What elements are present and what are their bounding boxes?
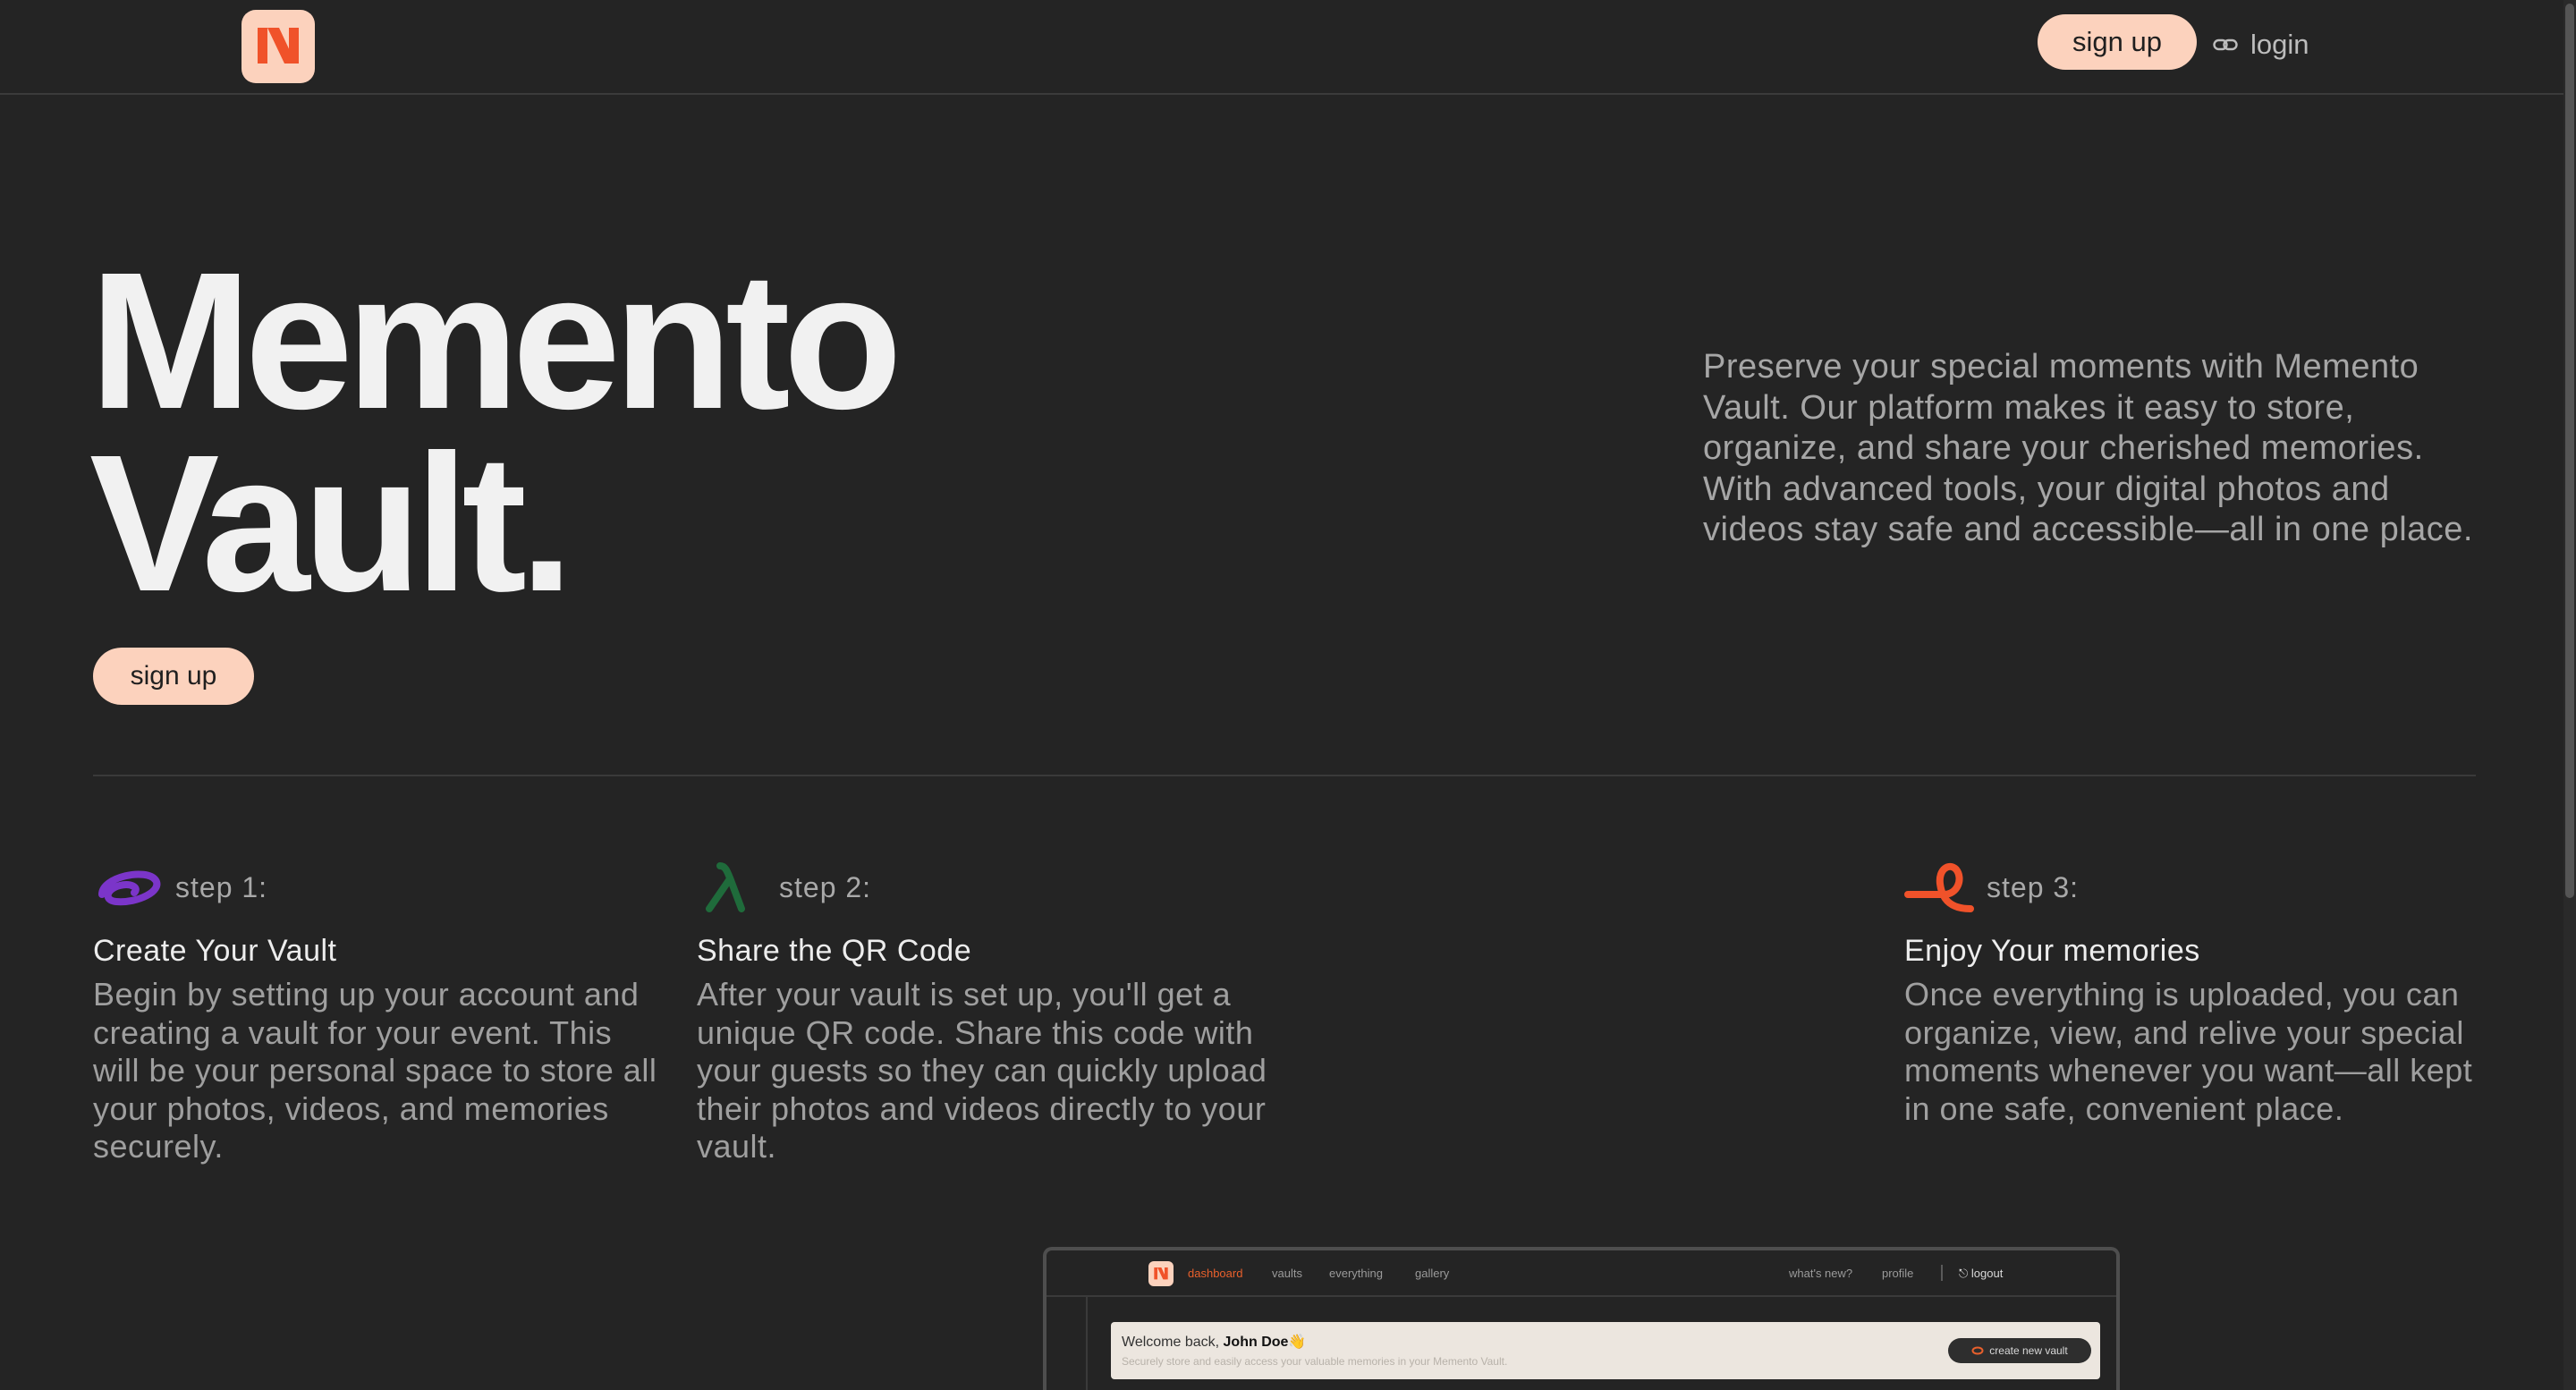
preview-nav-dashboard[interactable]: dashboard [1188, 1267, 1242, 1280]
page-scrollbar[interactable] [2563, 0, 2576, 1390]
preview-nav-whats-new[interactable]: what's new? [1789, 1267, 1852, 1280]
hero-signup-button[interactable]: sign up [93, 648, 254, 705]
hero-description: Preserve your special moments with Memen… [1703, 348, 2473, 548]
step-2-text: After your vault is set up, you'll get a… [697, 976, 1267, 1165]
dashboard-preview: dashboard vaults everything gallery what… [1043, 1247, 2120, 1390]
loop-ribbon-icon [1904, 862, 1974, 912]
hero-title: Memento Vault. [89, 233, 1073, 632]
preview-logout-label: logout [1970, 1267, 2004, 1280]
step-3-label: step 3: [1987, 870, 2080, 903]
swirl-icon [98, 870, 161, 906]
ring-icon [1971, 1346, 1984, 1355]
preview-welcome-card: Welcome back, John Doe👋 Securely store a… [1111, 1322, 2100, 1379]
preview-welcome-text: Welcome back, John Doe👋 [1122, 1333, 1306, 1351]
preview-welcome-subtitle: Securely store and easily access your va… [1122, 1355, 1508, 1368]
preview-nav-vaults[interactable]: vaults [1272, 1267, 1302, 1280]
hero-title-line-1: Memento [89, 233, 902, 450]
wave-emoji-icon: 👋 [1288, 1335, 1307, 1350]
preview-navbar: dashboard vaults everything gallery what… [1046, 1250, 2116, 1297]
step-3-text: Once everything is uploaded, you can org… [1904, 976, 2473, 1127]
step-2-title: Share the QR Code [697, 934, 972, 968]
login-label: login [2250, 29, 2309, 60]
header-login-link[interactable]: login [2213, 23, 2309, 66]
step-card-1: step 1: Create Your Vault Begin by setti… [93, 859, 665, 1166]
preview-nav-gallery[interactable]: gallery [1415, 1267, 1449, 1280]
section-divider [93, 775, 2476, 776]
logout-icon: ⎋ [1959, 1267, 1969, 1280]
preview-nav-logout[interactable]: ⎋ logout [1959, 1267, 2003, 1281]
step-1-label: step 1: [175, 870, 268, 903]
welcome-prefix: Welcome back, [1122, 1335, 1220, 1350]
step-card-2: step 2: Share the QR Code After your vau… [697, 859, 1269, 1166]
welcome-user-name: John Doe [1223, 1335, 1289, 1350]
preview-nav-profile[interactable]: profile [1882, 1267, 1913, 1280]
link-icon [2213, 38, 2238, 51]
hero-title-line-2: Vault. [89, 415, 574, 632]
preview-nav-separator [1941, 1265, 1943, 1281]
create-vault-label: create new vault [1989, 1344, 2068, 1357]
header-signup-button[interactable]: sign up [2038, 14, 2197, 70]
landing-page: sign up login Memento Vault. sign up Pre… [0, 0, 2576, 1390]
step-card-3: step 3: Enjoy Your memories Once everyth… [1904, 859, 2477, 1128]
preview-nav-everything[interactable]: everything [1329, 1267, 1383, 1280]
scrollbar-thumb[interactable] [2565, 4, 2574, 898]
step-1-title: Create Your Vault [93, 934, 337, 968]
top-navbar: sign up login [0, 0, 2576, 95]
preview-create-vault-button[interactable]: create new vault [1948, 1338, 2091, 1363]
lambda-icon [706, 862, 745, 912]
preview-sidebar-line [1086, 1297, 1088, 1390]
step-2-label: step 2: [779, 870, 872, 903]
memento-logo-icon[interactable] [242, 10, 315, 83]
preview-logo-icon [1148, 1261, 1174, 1286]
step-1-text: Begin by setting up your account and cre… [93, 976, 657, 1165]
step-3-title: Enjoy Your memories [1904, 934, 2200, 968]
